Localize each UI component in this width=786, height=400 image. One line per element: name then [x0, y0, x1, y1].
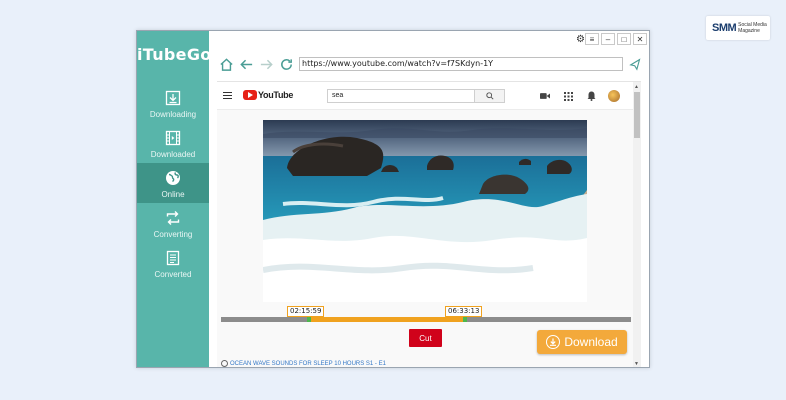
badge-sub-line2: Magazine [738, 28, 760, 34]
settings-icon[interactable]: ⚙ [576, 34, 585, 45]
youtube-logo-text: YouTube [258, 90, 294, 100]
youtube-header: YouTube sea [217, 82, 641, 110]
hamburger-menu-icon[interactable] [223, 92, 232, 101]
video-camera-icon[interactable] [539, 90, 551, 102]
video-title-link[interactable]: OCEAN WAVE SOUNDS FOR SLEEP 10 HOURS S1 … [221, 360, 386, 367]
badge-brand: SMM [712, 22, 737, 34]
sidebar: iTubeGo Downloading Downloaded Online Co… [137, 31, 212, 367]
search-button[interactable] [475, 89, 505, 103]
home-icon[interactable] [217, 55, 235, 73]
start-handle[interactable] [307, 317, 312, 322]
forward-arrow-icon[interactable] [257, 55, 275, 73]
sidebar-item-converted[interactable]: Converted [137, 243, 209, 283]
refresh-icon[interactable] [277, 55, 295, 73]
url-input[interactable]: https://www.youtube.com/watch?v=f7SKdyn-… [299, 57, 623, 71]
window-controls: ≡ – □ ✕ [585, 33, 647, 45]
sidebar-item-label: Online [161, 190, 185, 199]
sidebar-item-downloaded[interactable]: Downloaded [137, 123, 209, 163]
sidebar-item-converting[interactable]: Converting [137, 203, 209, 243]
video-frame-image [263, 120, 587, 302]
download-icon [164, 89, 182, 107]
maximize-icon[interactable]: □ [617, 33, 631, 45]
sidebar-item-online[interactable]: Online [137, 163, 209, 203]
video-player[interactable] [263, 120, 587, 302]
app-window: iTubeGo Downloading Downloaded Online Co… [136, 30, 650, 368]
download-icon [546, 335, 561, 349]
app-logo: iTubeGo [137, 45, 212, 64]
apps-icon[interactable] [562, 90, 574, 102]
sidebar-item-label: Converting [153, 230, 193, 239]
trim-timeline[interactable] [221, 317, 631, 322]
download-label: Download [564, 335, 618, 349]
sidebar-item-label: Downloading [149, 110, 197, 119]
end-timecode[interactable]: 06:33:13 [445, 306, 483, 317]
end-handle[interactable] [463, 317, 467, 322]
download-button[interactable]: Download [537, 330, 627, 354]
search-icon [485, 92, 494, 100]
youtube-logo[interactable]: YouTube [243, 90, 293, 100]
avatar[interactable] [608, 90, 620, 102]
bell-icon[interactable] [585, 90, 597, 102]
scrollbar-thumb[interactable] [634, 92, 640, 138]
menu-icon[interactable]: ≡ [585, 33, 599, 45]
sidebar-item-downloading[interactable]: Downloading [137, 83, 209, 123]
paste-link-icon[interactable] [629, 57, 643, 71]
back-arrow-icon[interactable] [237, 55, 255, 73]
globe-icon [164, 169, 182, 187]
cut-button[interactable]: Cut [409, 329, 442, 347]
sidebar-item-label: Downloaded [150, 150, 196, 159]
sidebar-item-label: Converted [154, 270, 192, 279]
smm-magazine-badge: SMM Social Media Magazine [706, 16, 770, 40]
trim-selection [307, 317, 467, 322]
start-timecode[interactable]: 02:15:59 [287, 306, 325, 317]
minimize-icon[interactable]: – [601, 33, 615, 45]
convert-icon [164, 209, 182, 227]
browser-toolbar: https://www.youtube.com/watch?v=f7SKdyn-… [217, 53, 645, 75]
headphones-icon [221, 360, 228, 367]
film-icon [164, 129, 182, 147]
browser-content: YouTube sea 02:15:59 06:33:13 Cut Downlo… [217, 81, 641, 367]
document-icon [164, 249, 182, 267]
scroll-down-icon[interactable]: ▼ [634, 361, 639, 367]
scroll-up-icon[interactable]: ▲ [634, 84, 639, 90]
video-title: OCEAN WAVE SOUNDS FOR SLEEP 10 HOURS S1 … [230, 360, 386, 367]
close-icon[interactable]: ✕ [633, 33, 647, 45]
scrollbar[interactable]: ▲ ▼ [633, 82, 641, 367]
youtube-search-input[interactable]: sea [327, 89, 475, 103]
youtube-play-icon [243, 90, 257, 100]
